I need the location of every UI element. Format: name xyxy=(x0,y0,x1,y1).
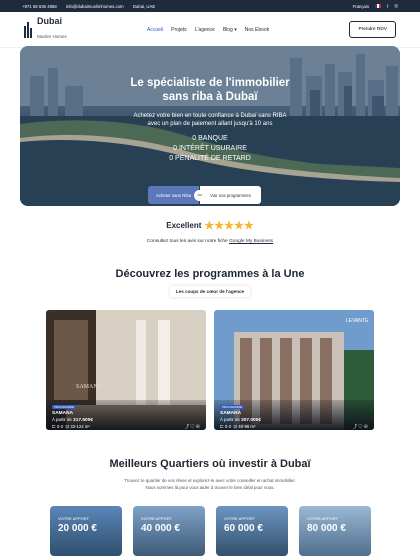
buy-sans-riba-button[interactable]: Acheter sans Riba xyxy=(148,186,200,204)
bed-icon: ⊏ xyxy=(220,424,224,429)
quartier-value: 80 000 € xyxy=(307,523,346,534)
review-note: Consultez tous les avis sur notre fiche … xyxy=(146,239,274,244)
program-price: 317.500€ xyxy=(73,418,94,423)
bed-icon: ⊏ xyxy=(52,424,56,429)
program-tag: PROGRAMME xyxy=(220,405,245,409)
quartier-label: VOTRE APPORT xyxy=(141,516,173,521)
see-programs-button[interactable]: Voir nos programmes xyxy=(200,186,261,204)
program-card[interactable]: SAMANA PROGRAMME SAMANA À partir de 317.… xyxy=(46,310,206,430)
card2-sign: LEVANTE xyxy=(346,318,369,324)
chevron-down-icon: ▾ xyxy=(234,26,237,33)
program-tag: PROGRAMME xyxy=(52,405,77,409)
compare-icon[interactable]: ⊕ xyxy=(196,424,200,429)
heart-icon[interactable]: ♡ xyxy=(190,424,194,429)
area-icon: ⊡ xyxy=(233,424,238,429)
language-selector[interactable]: Français xyxy=(353,4,369,9)
nav-item-agence[interactable]: L'agence xyxy=(195,27,215,33)
logo-icon xyxy=(24,21,34,38)
share-icon[interactable]: ⤴ xyxy=(185,424,189,429)
program-name: SAMANA xyxy=(220,411,242,416)
quartier-label: VOTRE APPORT xyxy=(307,516,339,521)
quartier-card[interactable]: VOTRE APPORT 80 000 € xyxy=(299,506,371,556)
main-nav: Dubai Muslim Homes Accueil Projets L'age… xyxy=(0,12,420,48)
review-section: Excellent ★★★★★ Consultez tous les avis … xyxy=(0,215,420,244)
hero-title: Le spécialiste de l'immobilier sans riba … xyxy=(130,77,290,103)
email-link[interactable]: info@dubaimuslimhomes.com xyxy=(66,4,124,9)
quartier-card[interactable]: VOTRE APPORT 20 000 € xyxy=(50,506,122,556)
facebook-icon[interactable]: f xyxy=(387,4,388,9)
program-name: SAMANA xyxy=(52,411,74,416)
quartier-card[interactable]: VOTRE APPORT 60 000 € xyxy=(216,506,288,556)
location-text: Dubai, UAE xyxy=(132,3,156,9)
program-price: 307.000€ xyxy=(241,418,262,423)
card1-sign: SAMANA xyxy=(76,384,103,390)
hero-subtitle: Achetez votre bien en toute confiance à … xyxy=(133,113,287,127)
nav-item-blog[interactable]: Blog ▾ xyxy=(223,27,237,33)
programs-pill: Les coups de cœur de l'agence xyxy=(169,286,251,297)
quartiers-title: Meilleurs Quartiers où investir à Dubaï xyxy=(109,458,311,470)
area-icon: ⊡ xyxy=(65,424,70,429)
quartier-card[interactable]: VOTRE APPORT 40 000 € xyxy=(133,506,205,556)
heart-icon[interactable]: ♡ xyxy=(358,424,362,429)
quartier-value: 20 000 € xyxy=(58,523,97,534)
programs-title: Découvrez les programmes à la Une xyxy=(115,268,305,280)
instagram-icon[interactable]: ◎ xyxy=(394,3,398,9)
compare-icon[interactable]: ⊕ xyxy=(364,424,368,429)
logo-tagline: Muslim Homes xyxy=(37,34,67,39)
quartier-value: 60 000 € xyxy=(224,523,263,534)
program-card[interactable]: LEVANTE PROGRAMME SAMANA À partir de 307… xyxy=(214,310,374,430)
logo[interactable]: Dubai Muslim Homes xyxy=(24,17,67,42)
appointment-button[interactable]: Prendre RDV xyxy=(349,21,396,38)
hero-points: 0 BANQUE 0 INTÉRÊT USURAIRE 0 PÉNALITÉ D… xyxy=(169,135,251,162)
hero-banner: Le spécialiste de l'immobilier sans riba … xyxy=(20,46,400,206)
quartiers-description: Trouvez le quartier de vos rêves et expl… xyxy=(124,478,296,490)
flag-icon[interactable] xyxy=(375,4,382,8)
quartier-label: VOTRE APPORT xyxy=(224,516,256,521)
or-badge: ou xyxy=(194,189,206,201)
logo-name: Dubai xyxy=(37,16,63,26)
phone-link[interactable]: +971 58 636 4958 xyxy=(22,4,57,9)
review-label: Excellent xyxy=(166,221,202,230)
gmb-link[interactable]: Google My Business xyxy=(229,239,273,244)
rating-stars-icon: ★★★★★ xyxy=(204,220,254,232)
nav-item-projets[interactable]: Projets xyxy=(171,27,187,33)
top-bar: +971 58 636 4958 info@dubaimuslimhomes.c… xyxy=(0,0,420,12)
nav-item-ebook[interactable]: Nos Ebook xyxy=(245,27,269,33)
share-icon[interactable]: ⤴ xyxy=(353,424,357,429)
hero-actions: Acheter sans Riba ou Voir nos programmes xyxy=(148,186,261,204)
nav-item-accueil[interactable]: Accueil xyxy=(147,27,163,33)
quartier-value: 40 000 € xyxy=(141,523,180,534)
quartier-label: VOTRE APPORT xyxy=(58,516,90,521)
